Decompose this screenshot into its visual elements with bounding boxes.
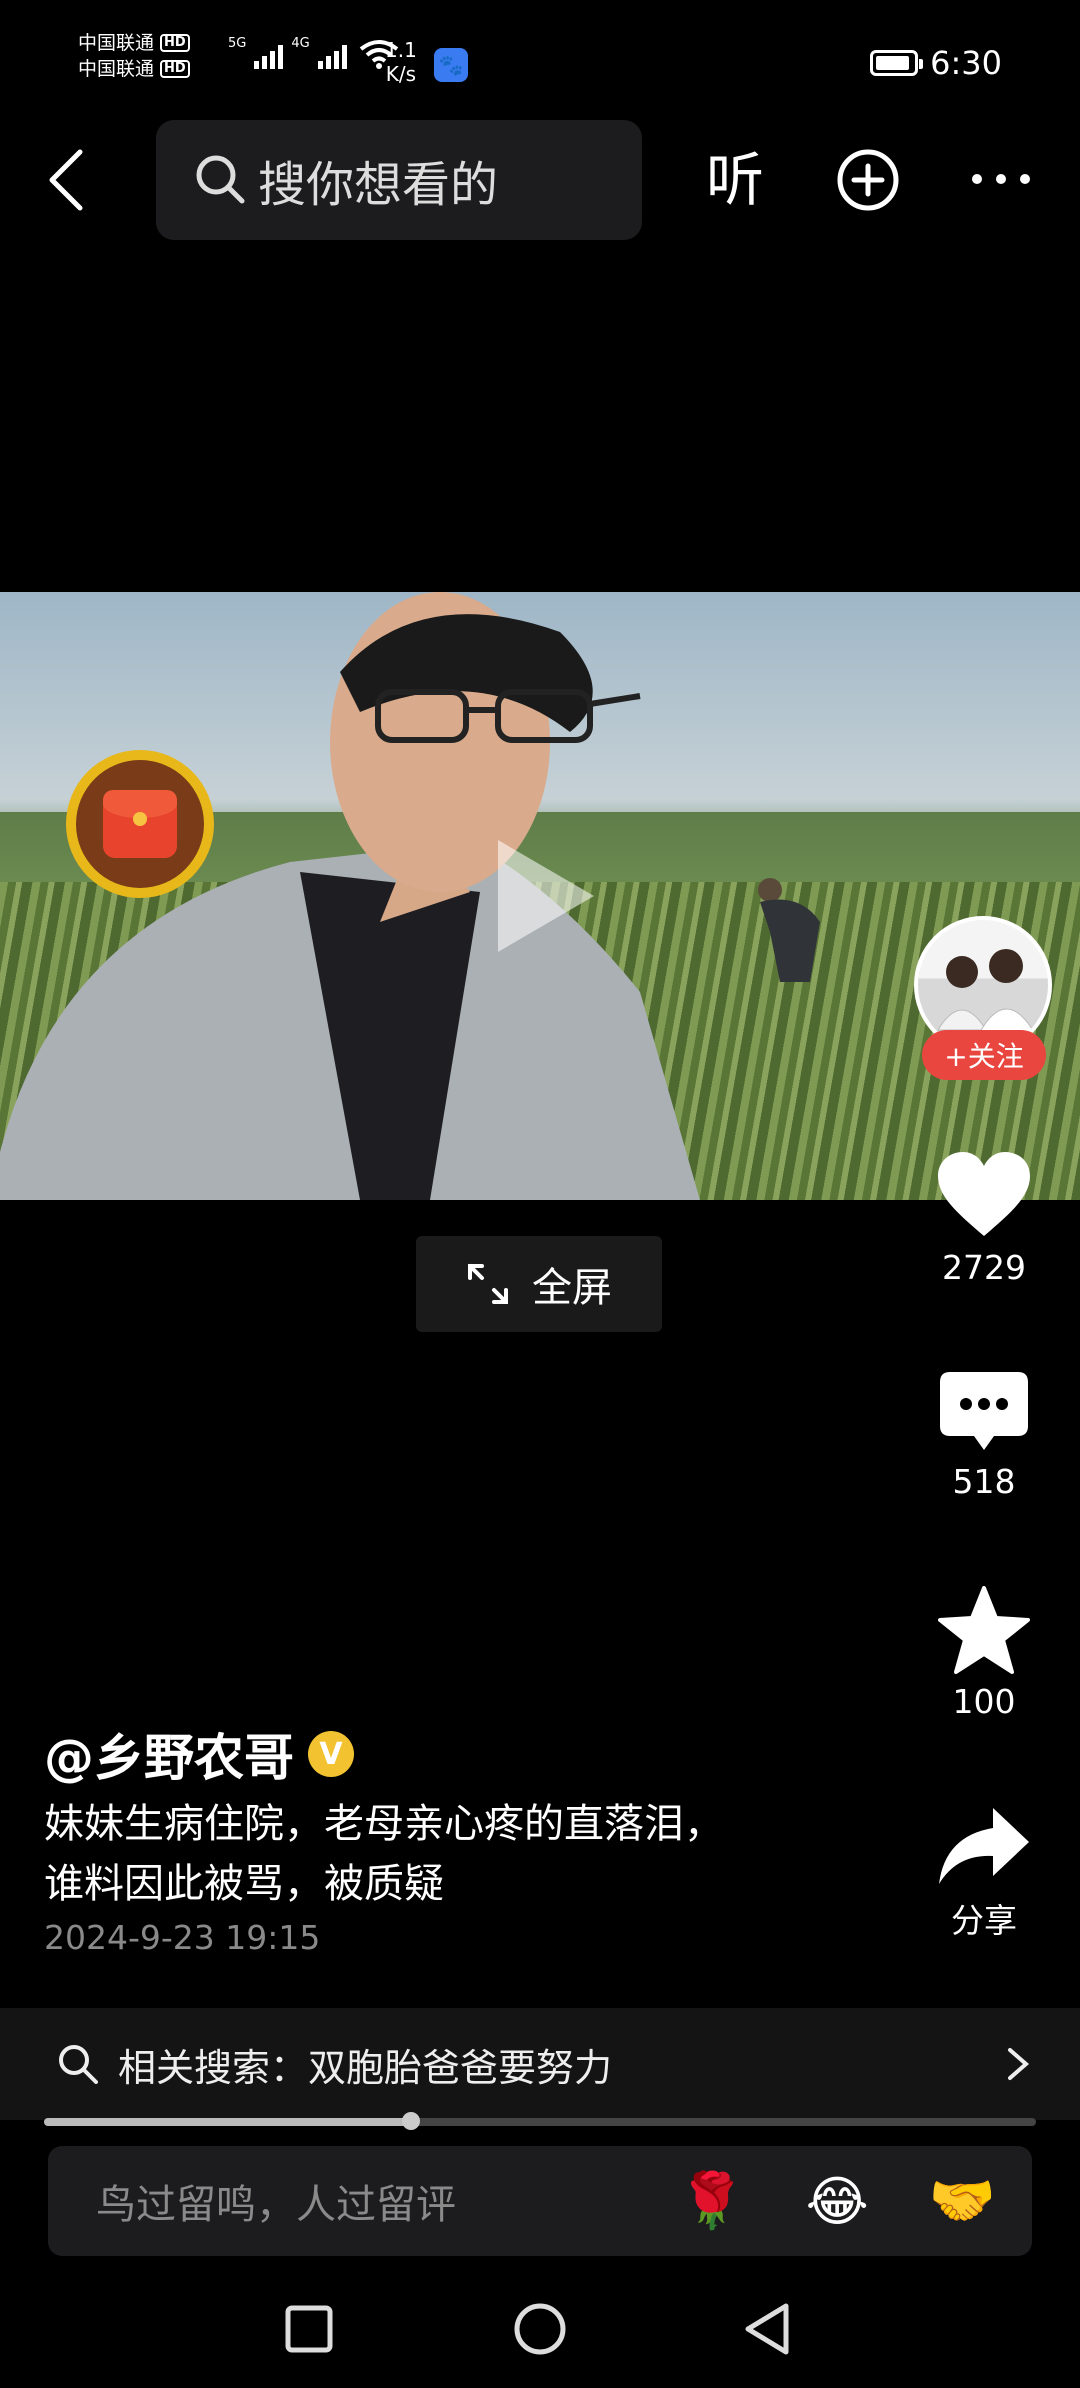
description-line-1: 妹妹生病住院，老母亲心疼的直落泪， — [44, 1801, 724, 1847]
search-icon — [196, 155, 245, 204]
search-icon-small — [59, 2045, 98, 2084]
laughing-emoji-button[interactable]: 😂 — [806, 2170, 869, 2233]
video-frame-person — [0, 592, 700, 1200]
red-envelope-icon — [103, 790, 177, 858]
comment-count: 518 — [952, 1462, 1016, 1501]
home-icon[interactable] — [514, 2303, 566, 2355]
carrier-2: 中国联通 — [78, 58, 155, 80]
expand-icon — [468, 1264, 508, 1304]
favorite-count: 100 — [952, 1682, 1016, 1721]
comment-input[interactable]: 鸟过留鸣，人过留评 🌹 😂 🤝 — [48, 2146, 1032, 2256]
heart-icon — [938, 1152, 1030, 1236]
signal-4g-icon — [317, 45, 347, 69]
recent-apps-icon[interactable] — [285, 2305, 333, 2353]
clock: 6:30 — [930, 44, 1002, 82]
signal-icons: 5G 4G — [228, 36, 399, 69]
back-nav-icon[interactable] — [745, 2303, 789, 2355]
red-packet-button[interactable] — [66, 750, 214, 898]
hd-badge: HD — [160, 34, 190, 52]
speed-unit: K/s — [385, 62, 417, 86]
baidu-paw-icon: 🐾 — [434, 48, 468, 82]
author-name-row[interactable]: @乡野农哥 V — [44, 1718, 354, 1790]
fullscreen-label: 全屏 — [532, 1265, 612, 1311]
listen-button[interactable]: 听 — [706, 148, 764, 212]
more-options-icon[interactable] — [972, 174, 1030, 184]
network-speed: 1.1 K/s — [385, 38, 417, 86]
video-description: 妹妹生病住院，老母亲心疼的直落泪， 谁料因此被骂，被质疑 — [44, 1794, 824, 1914]
chevron-right-icon — [1008, 2048, 1030, 2080]
rose-emoji-button[interactable]: 🌹 — [678, 2169, 745, 2233]
like-action[interactable]: 2729 — [914, 1150, 1054, 1287]
handshake-emoji-button[interactable]: 🤝 — [929, 2169, 996, 2233]
hd-badge-2: HD — [160, 60, 190, 78]
description-line-2: 谁料因此被骂，被质疑 — [44, 1861, 444, 1907]
related-search-text: 相关搜索：双胞胎爸爸要努力 — [118, 2045, 613, 2090]
favorite-action[interactable]: 100 — [914, 1586, 1054, 1721]
speed-value: 1.1 — [385, 38, 417, 62]
verified-badge-icon: V — [308, 1731, 354, 1777]
progress-knob[interactable] — [402, 2112, 421, 2130]
comment-action[interactable]: 518 — [914, 1370, 1054, 1501]
star-icon — [938, 1586, 1030, 1674]
net-5g-label: 5G — [228, 36, 247, 51]
system-nav-bar — [285, 2303, 789, 2355]
share-arrow-icon — [939, 1808, 1029, 1884]
play-icon[interactable] — [498, 840, 594, 952]
comment-icon — [940, 1372, 1028, 1450]
net-4g-label: 4G — [291, 36, 310, 51]
search-box[interactable]: 搜你想看的 — [156, 120, 642, 240]
fullscreen-button[interactable]: 全屏 — [416, 1236, 662, 1332]
add-circle-icon[interactable] — [836, 148, 900, 212]
like-count: 2729 — [942, 1248, 1026, 1287]
battery-time: 6:30 — [870, 44, 1002, 82]
follow-button[interactable]: +关注 — [922, 1030, 1046, 1080]
share-label: 分享 — [951, 1901, 1017, 1940]
publish-date: 2024-9-23 19:15 — [44, 1918, 321, 1957]
carrier-1: 中国联通 — [78, 32, 155, 54]
comment-placeholder: 鸟过留鸣，人过留评 — [96, 2182, 456, 2228]
carrier-info: 中国联通 HD 中国联通 HD — [78, 30, 190, 82]
progress-fill — [44, 2118, 412, 2126]
back-arrow-icon[interactable] — [44, 148, 88, 212]
video-progress-bar[interactable] — [44, 2112, 1036, 2130]
battery-icon — [870, 50, 924, 76]
share-action[interactable]: 分享 — [914, 1806, 1054, 1942]
signal-5g-icon — [254, 45, 284, 69]
background-worker — [758, 878, 820, 982]
related-search-bar[interactable]: 相关搜索：双胞胎爸爸要努力 — [0, 2008, 1080, 2120]
search-placeholder: 搜你想看的 — [258, 157, 499, 213]
author-name[interactable]: @乡野农哥 — [44, 1718, 294, 1790]
